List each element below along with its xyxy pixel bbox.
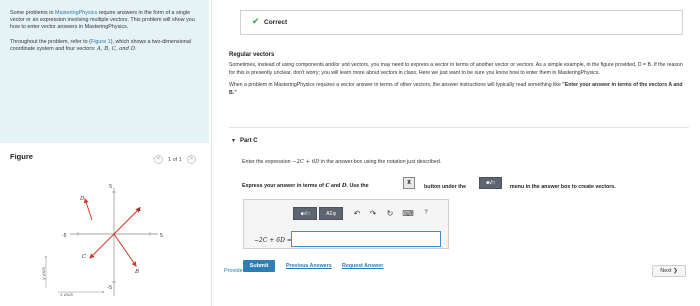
templates-menu-icon: ■√□ [479,177,502,189]
templates-button[interactable]: ■√□ [293,207,317,220]
answer-input[interactable] [291,231,441,247]
instr-text-menu: menu in the answer box to create vectors… [510,184,616,190]
tick-label-x-pos: 5 [160,233,163,239]
next-figure-button[interactable]: > [186,155,196,164]
keyboard-icon[interactable]: ⌨ [401,207,415,220]
mastering-physics-link: MasteringPhysics [54,10,98,16]
regular-vectors-info: Regular vectors Sometimes, instead of us… [229,52,687,102]
previous-answers-link[interactable]: Previous Answers [286,263,332,269]
part-c-header[interactable]: ▼ Part C [231,138,258,144]
provide-feedback-link[interactable]: Provide Feedback [224,268,268,274]
reset-icon[interactable]: ↻ [384,207,396,220]
section-divider [229,127,689,128]
vector-b-arrow [113,233,137,267]
vector-a-label: A [136,207,141,213]
intro-paragraph-1: Some problems in MasteringPhysics requir… [10,10,195,31]
question-prompt: Enter the expression −2C + 6D in the ans… [242,159,442,165]
undo-icon[interactable]: ↶ [351,207,363,220]
vector-c-arrow [89,233,115,259]
info-paragraph-1: Sometimes, instead of using components a… [229,62,683,76]
figure-pager: <1 of 1 > [154,155,196,164]
request-answer-link[interactable]: Request Answer [342,263,383,269]
vector-list: A, B, C, and D. [96,45,137,52]
intro-paragraph-2: Throughout the problem, refer to (Figure… [10,38,191,52]
panel-divider [211,0,212,306]
info-heading: Regular vectors [229,52,275,58]
part-label: Part C [239,138,258,144]
correct-label: Correct [264,19,288,26]
next-button[interactable]: Next ❯ [652,265,686,277]
figure-link[interactable]: Figure 1 [91,39,111,45]
vector-d-label: D [79,196,85,202]
figure-page-indicator: 1 of 1 [168,156,182,163]
prompt-expression: −2C + 6D [292,159,320,165]
prev-figure-button[interactable]: < [154,155,163,164]
vector-graph: 5 -5 5 -5 D A C B x axis y axis [41,184,163,298]
info-paragraph-2: When a problem in MasteringPhysics requi… [229,82,683,96]
vector-d-arrow [83,198,93,221]
x-axis-label: x axis [60,292,74,298]
help-icon[interactable]: ? [420,207,432,220]
vector-c-label: C [82,254,87,260]
vector-button-icon: x⃗ [403,177,415,189]
intro-panel: Some problems in MasteringPhysics requir… [0,0,209,143]
redo-icon[interactable]: ↷ [367,207,379,220]
vector-b-label: B [134,269,139,275]
instr-text-button-under: button under the [424,184,467,190]
correct-feedback-banner: ✔ Correct [240,10,683,35]
tick-label-y-pos: 5 [109,184,112,190]
y-axis-label: y axis [41,266,47,281]
tick-label-y-neg: -5 [108,285,113,291]
answer-box: ■√□ ΑΣφ ↶ ↷ ↻ ⌨ ? −2C + 6D = [243,199,449,249]
greek-symbols-button[interactable]: ΑΣφ [319,207,343,220]
equation-label: −2C + 6D = [254,237,292,244]
collapse-triangle-icon[interactable]: ▼ [231,138,236,144]
tick-label-x-neg: -5 [62,233,67,239]
check-icon: ✔ [252,16,260,26]
figure-title: Figure [10,152,33,161]
